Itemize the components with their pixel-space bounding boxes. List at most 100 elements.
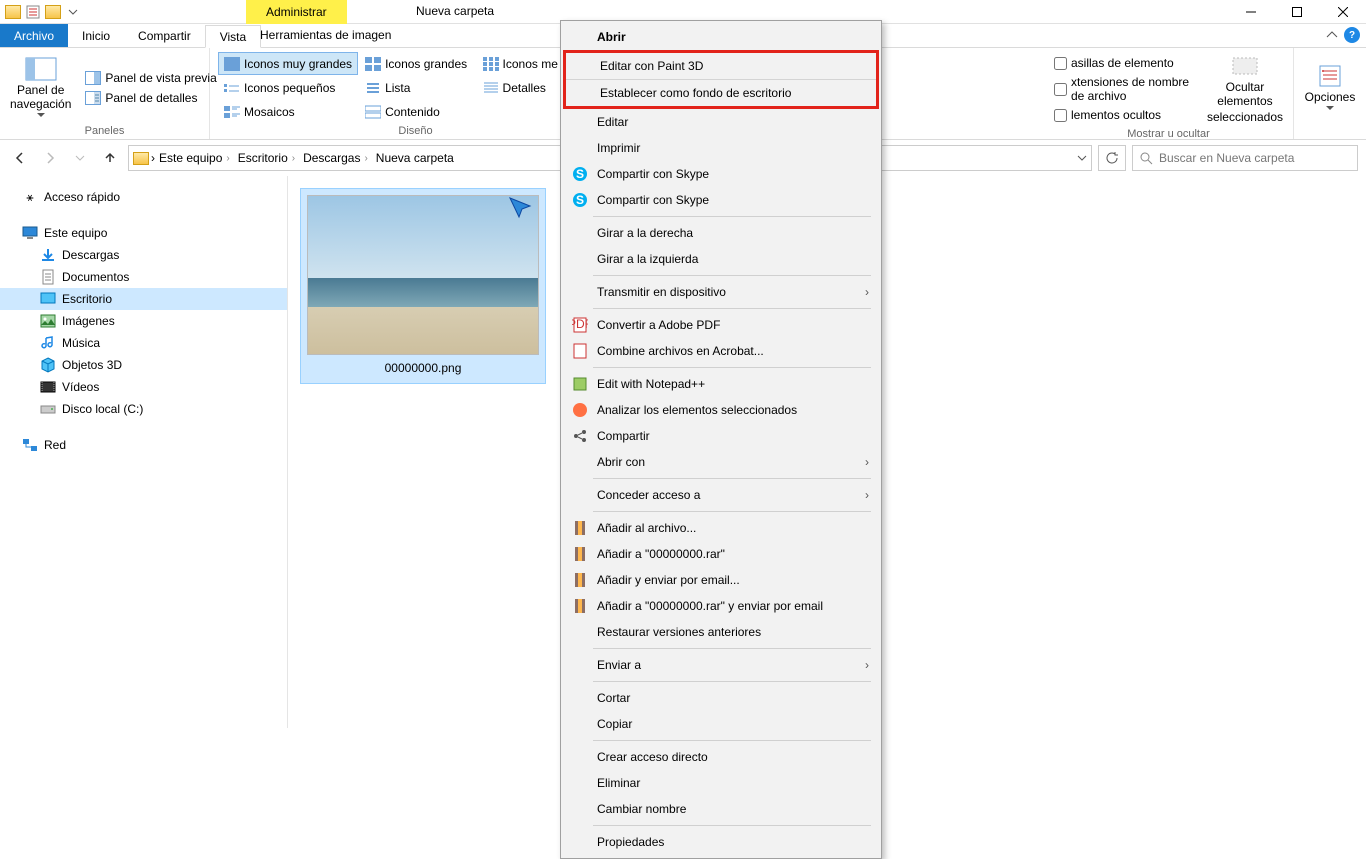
ctx-open-with[interactable]: Abrir con› [563, 449, 879, 475]
sidebar-downloads[interactable]: Descargas [0, 244, 287, 266]
ctx-raremail-label: Añadir a "00000000.rar" y enviar por ema… [597, 599, 823, 613]
navigation-pane-button[interactable]: Panel de navegación [8, 52, 73, 123]
ctx-notepad[interactable]: Edit with Notepad++ [563, 371, 879, 397]
ctx-create-shortcut[interactable]: Crear acceso directo [563, 744, 879, 770]
ctx-combine-acrobat[interactable]: Combine archivos en Acrobat... [563, 338, 879, 364]
ctx-share[interactable]: Compartir [563, 423, 879, 449]
ctx-pdf-label: Convertir a Adobe PDF [597, 318, 720, 332]
sidebar-local-disk[interactable]: Disco local (C:) [0, 398, 287, 420]
qat-properties-icon[interactable] [24, 3, 42, 21]
qat-dropdown-icon[interactable] [64, 3, 82, 21]
ctx-copy[interactable]: Copiar [563, 711, 879, 737]
crumb-desktop[interactable]: Escritorio› [236, 151, 299, 165]
crumb-pc[interactable]: Este equipo› [157, 151, 234, 165]
chk-hidden[interactable]: lementos ocultos [1052, 107, 1199, 123]
ctx-set-wallpaper-label: Establecer como fondo de escritorio [600, 86, 791, 100]
tab-home[interactable]: Inicio [68, 24, 124, 47]
address-dropdown-icon[interactable] [1077, 153, 1087, 163]
layout-icons-s[interactable]: Iconos pequeños [218, 76, 358, 99]
ctx-send-to[interactable]: Enviar a› [563, 652, 879, 678]
sidebar-quick-access[interactable]: ⚹Acceso rápido [0, 186, 287, 208]
ctx-cast-label: Transmitir en dispositivo [597, 285, 726, 299]
sidebar-3d-objects[interactable]: Objetos 3D [0, 354, 287, 376]
crumb-downloads[interactable]: Descargas› [301, 151, 372, 165]
sidebar-network[interactable]: Red [0, 434, 287, 456]
details-pane-button[interactable]: Panel de detalles [79, 89, 222, 107]
layout-content[interactable]: Contenido [359, 100, 475, 123]
sidebar-desktop[interactable]: Escritorio [0, 288, 287, 310]
layout-icons-xl[interactable]: Iconos muy grandes [218, 52, 358, 75]
ctx-addarch-label: Añadir al archivo... [597, 521, 696, 535]
ctx-delete[interactable]: Eliminar [563, 770, 879, 796]
tab-share[interactable]: Compartir [124, 24, 205, 47]
ctx-edit[interactable]: Editar [563, 109, 879, 135]
collapse-ribbon-icon[interactable] [1326, 29, 1338, 41]
chk-item-checkboxes[interactable]: asillas de elemento [1052, 55, 1199, 71]
sidebar-videos[interactable]: Vídeos [0, 376, 287, 398]
ctx-analyze[interactable]: Analizar los elementos seleccionados [563, 397, 879, 423]
tab-file-label: Archivo [14, 29, 54, 43]
sidebar-images[interactable]: Imágenes [0, 310, 287, 332]
ctx-print[interactable]: Imprimir [563, 135, 879, 161]
qat-new-folder-icon[interactable] [44, 3, 62, 21]
ctx-delete-label: Eliminar [597, 776, 640, 790]
help-icon[interactable]: ? [1344, 27, 1360, 43]
nav-up-button[interactable] [98, 146, 122, 170]
ribbon-group-showhide: asillas de elemento xtensiones de nombre… [1044, 48, 1294, 139]
nav-back-button[interactable] [8, 146, 32, 170]
ctx-skype1-label: Compartir con Skype [597, 167, 709, 181]
nav-history-dropdown[interactable] [68, 146, 92, 170]
sidebar-music[interactable]: Música [0, 332, 287, 354]
ctx-convert-pdf[interactable]: PDFConvertir a Adobe PDF [563, 312, 879, 338]
ctx-properties[interactable]: Propiedades [563, 829, 879, 855]
manage-contextual-tab[interactable]: Administrar [246, 0, 347, 24]
layout-list[interactable]: Lista [359, 76, 475, 99]
layout-mosaic[interactable]: Mosaicos [218, 100, 358, 123]
navigation-sidebar: ⚹Acceso rápido Este equipo Descargas Doc… [0, 176, 288, 728]
ctx-grant-access[interactable]: Conceder acceso a› [563, 482, 879, 508]
hide-selected-button[interactable]: Ocultar elementos seleccionados [1205, 52, 1285, 126]
tab-file[interactable]: Archivo [0, 24, 68, 47]
ctx-send-email[interactable]: Añadir y enviar por email... [563, 567, 879, 593]
preview-pane-button[interactable]: Panel de vista previa [79, 69, 222, 87]
refresh-button[interactable] [1098, 145, 1126, 171]
ctx-separator [593, 275, 871, 276]
search-box[interactable]: Buscar en Nueva carpeta [1132, 145, 1358, 171]
maximize-button[interactable] [1274, 0, 1320, 24]
ctx-rar-email[interactable]: Añadir a "00000000.rar" y enviar por ema… [563, 593, 879, 619]
ctx-separator [593, 648, 871, 649]
tab-image-tools[interactable]: Herramientas de imagen [246, 24, 405, 46]
crumb-folder-label: Nueva carpeta [376, 151, 454, 165]
layout-icons-l[interactable]: Iconos grandes [359, 52, 475, 75]
ctx-cast[interactable]: Transmitir en dispositivo› [563, 279, 879, 305]
sidebar-music-label: Música [62, 336, 100, 350]
ctx-set-wallpaper[interactable]: Establecer como fondo de escritorio [566, 80, 876, 106]
nav-forward-button[interactable] [38, 146, 62, 170]
ctx-add-rar[interactable]: Añadir a "00000000.rar" [563, 541, 879, 567]
qat-explorer-icon[interactable] [4, 3, 22, 21]
images-icon [40, 313, 56, 329]
ctx-rotate-right[interactable]: Girar a la derecha [563, 220, 879, 246]
sidebar-this-pc[interactable]: Este equipo [0, 222, 287, 244]
chk-extensions[interactable]: xtensiones de nombre de archivo [1052, 74, 1199, 104]
crumb-folder[interactable]: Nueva carpeta [374, 151, 456, 165]
desktop-icon [40, 291, 56, 307]
ctx-rename-label: Cambiar nombre [597, 802, 686, 816]
minimize-button[interactable] [1228, 0, 1274, 24]
ctx-skype-1[interactable]: SCompartir con Skype [563, 161, 879, 187]
ctx-rotate-left[interactable]: Girar a la izquierda [563, 246, 879, 272]
close-button[interactable] [1320, 0, 1366, 24]
ctx-cut[interactable]: Cortar [563, 685, 879, 711]
ctx-paint3d[interactable]: Editar con Paint 3D [566, 53, 876, 80]
ctx-add-archive[interactable]: Añadir al archivo... [563, 515, 879, 541]
ctx-skype-2[interactable]: SCompartir con Skype [563, 187, 879, 213]
sidebar-downloads-label: Descargas [62, 248, 119, 262]
options-button[interactable]: Opciones [1302, 52, 1358, 123]
ctx-restore-versions[interactable]: Restaurar versiones anteriores [563, 619, 879, 645]
layout-list-label: Lista [385, 81, 410, 95]
ctx-open[interactable]: Abrir [563, 24, 879, 50]
file-thumbnail[interactable]: 00000000.png [300, 188, 546, 384]
sidebar-documents[interactable]: Documentos [0, 266, 287, 288]
downloads-icon [40, 247, 56, 263]
ctx-rename[interactable]: Cambiar nombre [563, 796, 879, 822]
